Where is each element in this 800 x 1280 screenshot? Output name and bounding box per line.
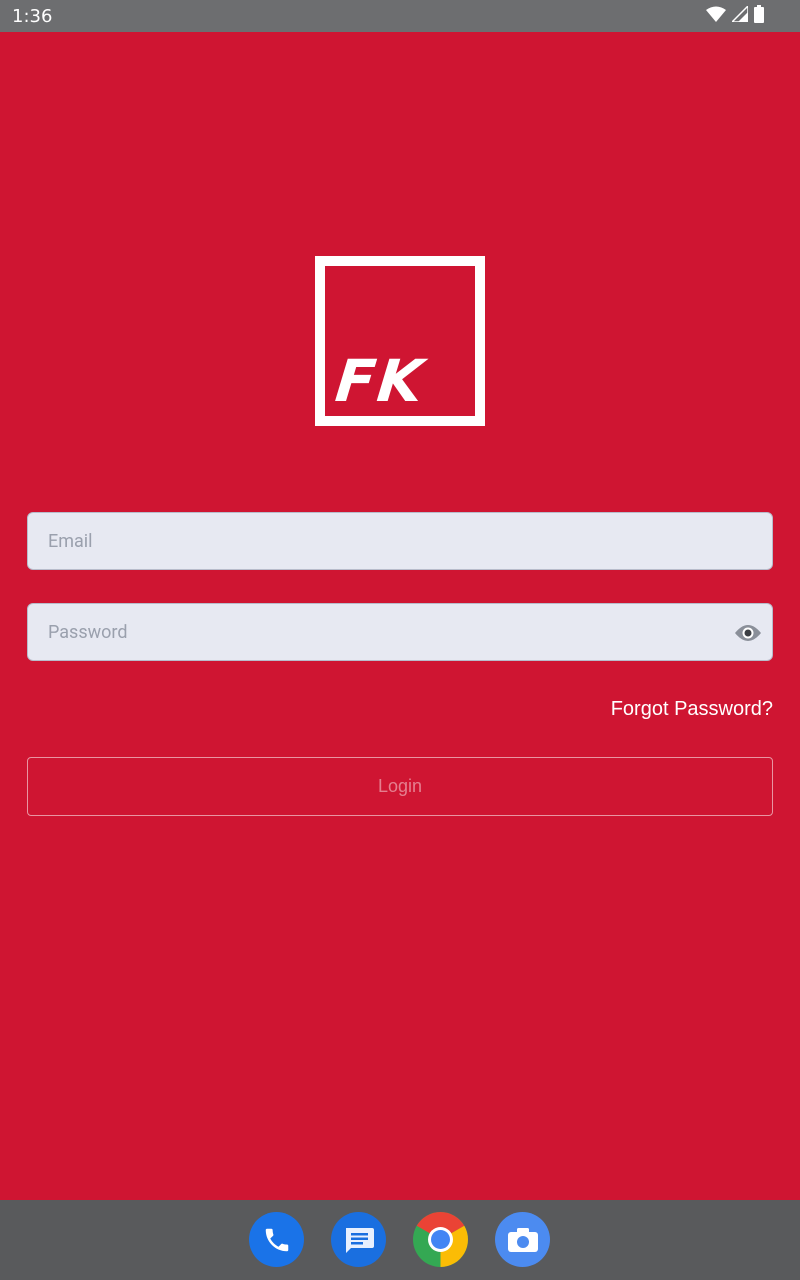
chrome-icon[interactable] <box>413 1212 468 1267</box>
camera-icon[interactable] <box>495 1212 550 1267</box>
phone-icon[interactable] <box>249 1212 304 1267</box>
status-time: 1:36 <box>12 6 53 27</box>
login-screen: FK Forgot Password? Login <box>0 32 800 1200</box>
email-input[interactable] <box>28 513 772 569</box>
password-input[interactable] <box>28 604 772 660</box>
status-icons <box>706 3 764 28</box>
fk-logo: FK <box>315 256 485 426</box>
login-button[interactable]: Login <box>27 757 773 816</box>
email-field[interactable] <box>27 512 773 570</box>
show-password-icon[interactable] <box>734 620 762 646</box>
logo-text: FK <box>332 347 429 415</box>
password-field[interactable] <box>27 603 773 661</box>
status-bar: 1:36 <box>0 0 800 32</box>
signal-icon <box>730 3 749 27</box>
battery-icon <box>754 4 764 28</box>
forgot-password-link[interactable]: Forgot Password? <box>611 698 773 721</box>
messages-icon[interactable] <box>331 1212 386 1267</box>
app-dock <box>0 1200 800 1280</box>
wifi-icon <box>706 6 726 27</box>
